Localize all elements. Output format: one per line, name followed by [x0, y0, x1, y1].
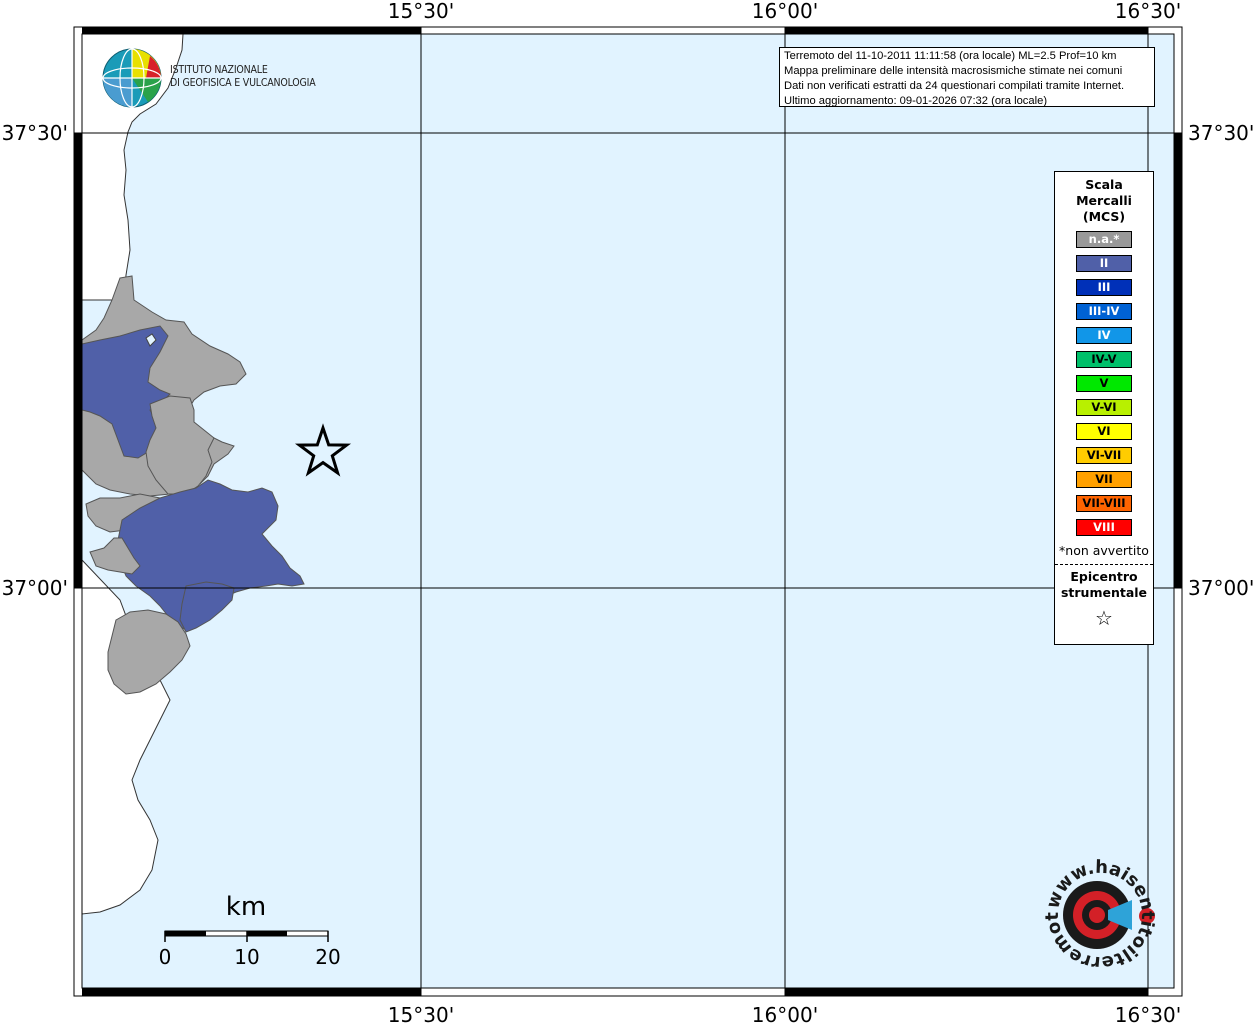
legend-item: VIII: [1076, 519, 1132, 536]
legend-epicenter-label: Epicentro strumentale: [1055, 569, 1153, 601]
ingv-line-2: DI GEOFISICA E VULCANOLOGIA: [170, 77, 316, 89]
legend-title-line-1: Scala: [1085, 177, 1123, 192]
legend-item: VII-VIII: [1076, 495, 1132, 512]
legend-item: V-VI: [1076, 399, 1132, 416]
legend-item: III-IV: [1076, 303, 1132, 320]
legend-item: V: [1076, 375, 1132, 392]
scale-tick-0: 0: [159, 945, 172, 969]
lon-label-top-1: 15°30': [388, 0, 454, 23]
legend-item: n.a.*: [1076, 231, 1132, 248]
ingv-org-name: ISTITUTO NAZIONALE DI GEOFISICA E VULCAN…: [170, 64, 316, 90]
legend-item: VI: [1076, 423, 1132, 440]
legend-item: IV: [1076, 327, 1132, 344]
ingv-line-1: ISTITUTO NAZIONALE: [170, 64, 268, 76]
legend-title: Scala Mercalli (MCS): [1055, 177, 1153, 225]
legend-epicenter-line-1: Epicentro: [1070, 569, 1138, 584]
legend-epicenter-line-2: strumentale: [1060, 585, 1148, 600]
lat-label-right-2: 37°00': [1188, 576, 1254, 600]
legend-items: n.a.* II III III-IV IV IV-V V V-VI VI VI-VII VII VI…: [1055, 231, 1153, 536]
lon-label-bottom-3: 16°30': [1115, 1003, 1181, 1024]
legend-item: III: [1076, 279, 1132, 296]
lat-label-left-2: 37°00': [2, 576, 68, 600]
lon-label-top-3: 16°30': [1115, 0, 1181, 23]
legend-divider: [1055, 564, 1153, 565]
legend-item: VII: [1076, 471, 1132, 488]
scale-tick-10: 10: [234, 945, 259, 969]
legend-item: IV-V: [1076, 351, 1132, 368]
legend-note: *non avvertito: [1059, 543, 1149, 558]
event-info-line-4: Ultimo aggiornamento: 09-01-2026 07:32 (…: [784, 95, 1048, 107]
event-info-line-3: Dati non verificati estratti da 24 quest…: [784, 80, 1125, 92]
ingv-logo-icon: [102, 48, 162, 108]
scale-unit: km: [226, 892, 266, 922]
lon-label-bottom-2: 16°00': [752, 1003, 818, 1024]
scale-tick-20: 20: [315, 945, 340, 969]
legend-title-line-2: Mercalli: [1076, 193, 1132, 208]
legend-star-icon: ☆: [1095, 606, 1113, 630]
lat-label-right-1: 37°30': [1188, 121, 1254, 145]
lon-label-bottom-1: 15°30': [388, 1003, 454, 1024]
legend-title-line-3: (MCS): [1082, 209, 1126, 224]
event-info-line-1: Terremoto del 11-10-2011 11:11:58 (ora l…: [784, 50, 1117, 62]
legend-item: VI-VII: [1076, 447, 1132, 464]
lat-label-left-1: 37°30': [2, 121, 68, 145]
mcs-legend: Scala Mercalli (MCS) n.a.* II III III-IV IV I…: [1054, 171, 1154, 645]
lon-label-top-2: 16°00': [752, 0, 818, 23]
legend-item: II: [1076, 255, 1132, 272]
event-info-line-2: Mappa preliminare delle intensità macros…: [784, 65, 1123, 77]
event-info-box: Terremoto del 11-10-2011 11:11:58 (ora l…: [779, 47, 1155, 107]
